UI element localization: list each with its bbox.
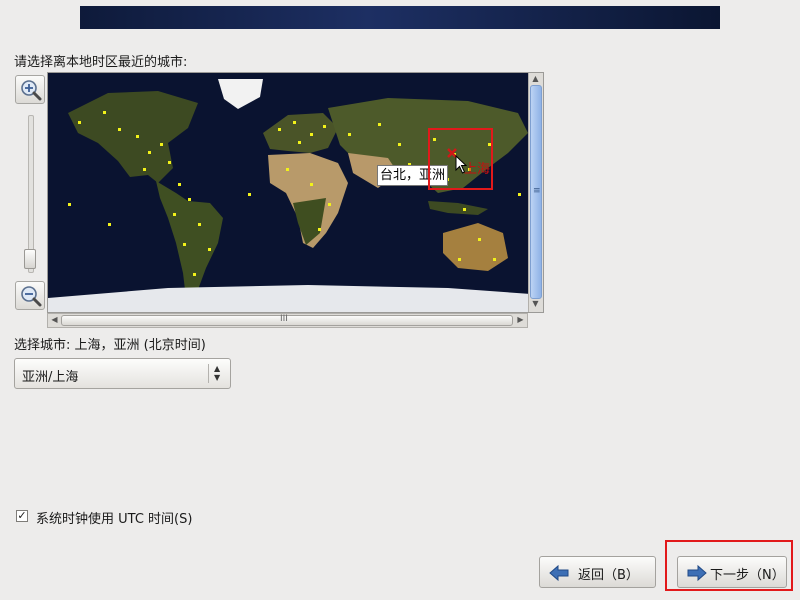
scroll-up-arrow-icon[interactable]: ▲ xyxy=(529,74,542,83)
zoom-in-icon xyxy=(20,79,42,101)
back-button-label: 返回（B） xyxy=(578,564,639,583)
timezone-prompt: 请选择离本地时区最近的城市: xyxy=(14,51,187,70)
utc-checkbox-label: 系统时钟使用 UTC 时间(S) xyxy=(36,508,192,527)
world-map[interactable]: 台北，亚洲 上海 xyxy=(47,72,544,313)
next-button-highlight-box xyxy=(665,540,793,591)
map-horizontal-scroll-thumb[interactable]: III xyxy=(61,315,513,326)
map-vertical-scrollbar[interactable]: ▲ ≡ ▼ xyxy=(528,73,543,312)
scroll-right-arrow-icon[interactable]: ▶ xyxy=(514,315,527,324)
map-highlight-box xyxy=(428,128,493,190)
vscroll-grip: ≡ xyxy=(533,186,541,196)
select-spinner-icon: ▲▼ xyxy=(214,364,220,382)
map-vertical-scroll-thumb[interactable]: ≡ xyxy=(530,85,542,299)
scroll-left-arrow-icon[interactable]: ◀ xyxy=(48,315,61,324)
header-banner xyxy=(80,6,720,29)
timezone-select-value: 亚洲/上海 xyxy=(22,366,78,385)
timezone-select[interactable]: 亚洲/上海 ▲▼ xyxy=(14,358,231,389)
hscroll-grip: III xyxy=(280,314,288,324)
zoom-slider-handle[interactable] xyxy=(24,249,36,269)
zoom-in-button[interactable] xyxy=(15,75,45,104)
arrow-left-icon xyxy=(549,564,569,582)
zoom-out-button[interactable] xyxy=(15,281,45,310)
selected-city-text: 选择城市: 上海，亚洲 (北京时间) xyxy=(14,334,206,353)
zoom-out-icon xyxy=(20,285,42,307)
select-separator xyxy=(208,364,209,383)
utc-checkbox[interactable]: ✓ xyxy=(16,510,28,522)
scroll-down-arrow-icon[interactable]: ▼ xyxy=(529,299,542,308)
world-map-image xyxy=(48,73,544,313)
map-horizontal-scrollbar[interactable]: ◀ III ▶ xyxy=(47,313,528,328)
back-button[interactable]: 返回（B） xyxy=(539,556,656,588)
